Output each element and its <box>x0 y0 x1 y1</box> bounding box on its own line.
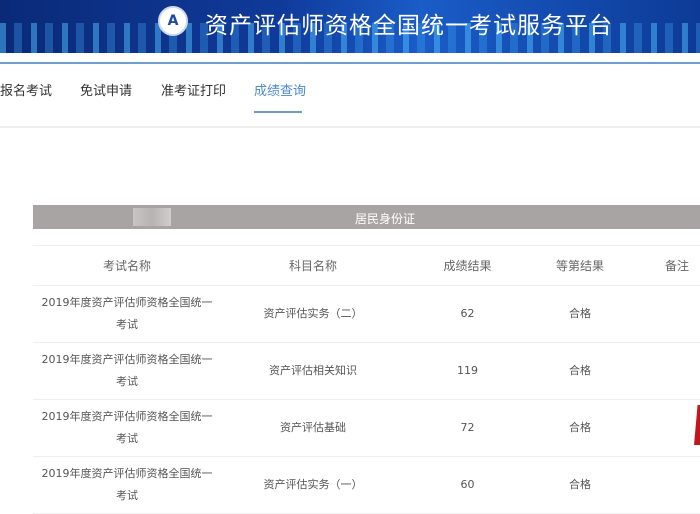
exam-name: 2019年度资产评估师资格全国统一考试 <box>33 285 221 343</box>
score: 72 <box>405 399 530 457</box>
subject-name: 资产评估基础 <box>221 399 405 457</box>
col-note: 备注 <box>630 245 700 286</box>
note <box>630 285 700 343</box>
exam-name: 2019年度资产评估师资格全国统一考试 <box>33 456 221 514</box>
table-row: 2019年度资产评估师资格全国统一考试 资产评估基础 72 合格 <box>33 399 700 457</box>
exam-name: 2019年度资产评估师资格全国统一考试 <box>33 399 221 457</box>
table-header-row: 考试名称 科目名称 成绩结果 等第结果 备注 <box>33 245 700 286</box>
subject-name: 资产评估实务（二） <box>221 285 405 343</box>
col-subject: 科目名称 <box>221 245 405 286</box>
note <box>630 399 700 457</box>
note <box>630 342 700 400</box>
nav-admission-ticket[interactable]: 准考证打印 <box>161 80 226 99</box>
table-row: 2019年度资产评估师资格全国统一考试 资产评估实务（二） 62 合格 <box>33 285 700 343</box>
score-table: 考试名称 科目名称 成绩结果 等第结果 备注 2019年度资产评估师资格全国统一… <box>33 245 700 514</box>
header-banner: A 资产评估师资格全国统一考试服务平台 <box>0 0 700 53</box>
nav-score-query[interactable]: 成绩查询 <box>254 80 306 99</box>
score: 119 <box>405 342 530 400</box>
header-divider <box>0 62 700 64</box>
subject-name: 资产评估实务（一） <box>221 456 405 514</box>
col-grade: 等第结果 <box>530 245 630 286</box>
score: 62 <box>405 285 530 343</box>
subject-name: 资产评估相关知识 <box>221 342 405 400</box>
id-info-bar: 居民身份证 <box>33 205 700 229</box>
table-row: 2019年度资产评估师资格全国统一考试 资产评估相关知识 119 合格 <box>33 342 700 400</box>
nav-exemption-apply[interactable]: 免试申请 <box>80 80 132 99</box>
redacted-name <box>133 208 171 226</box>
grade: 合格 <box>530 342 630 400</box>
active-tab-indicator <box>254 111 302 113</box>
grade: 合格 <box>530 399 630 457</box>
grade: 合格 <box>530 285 630 343</box>
col-exam-name: 考试名称 <box>33 245 221 286</box>
nav-register-exam[interactable]: 报名考试 <box>0 80 52 99</box>
nav-divider <box>0 126 700 128</box>
id-type-label: 居民身份证 <box>355 212 416 226</box>
grade: 合格 <box>530 456 630 514</box>
col-score: 成绩结果 <box>405 245 530 286</box>
exam-name: 2019年度资产评估师资格全国统一考试 <box>33 342 221 400</box>
site-title: 资产评估师资格全国统一考试服务平台 <box>205 13 613 39</box>
score: 60 <box>405 456 530 514</box>
table-row: 2019年度资产评估师资格全国统一考试 资产评估实务（一） 60 合格 <box>33 456 700 514</box>
note <box>630 456 700 514</box>
association-seal-icon: A <box>158 6 188 36</box>
